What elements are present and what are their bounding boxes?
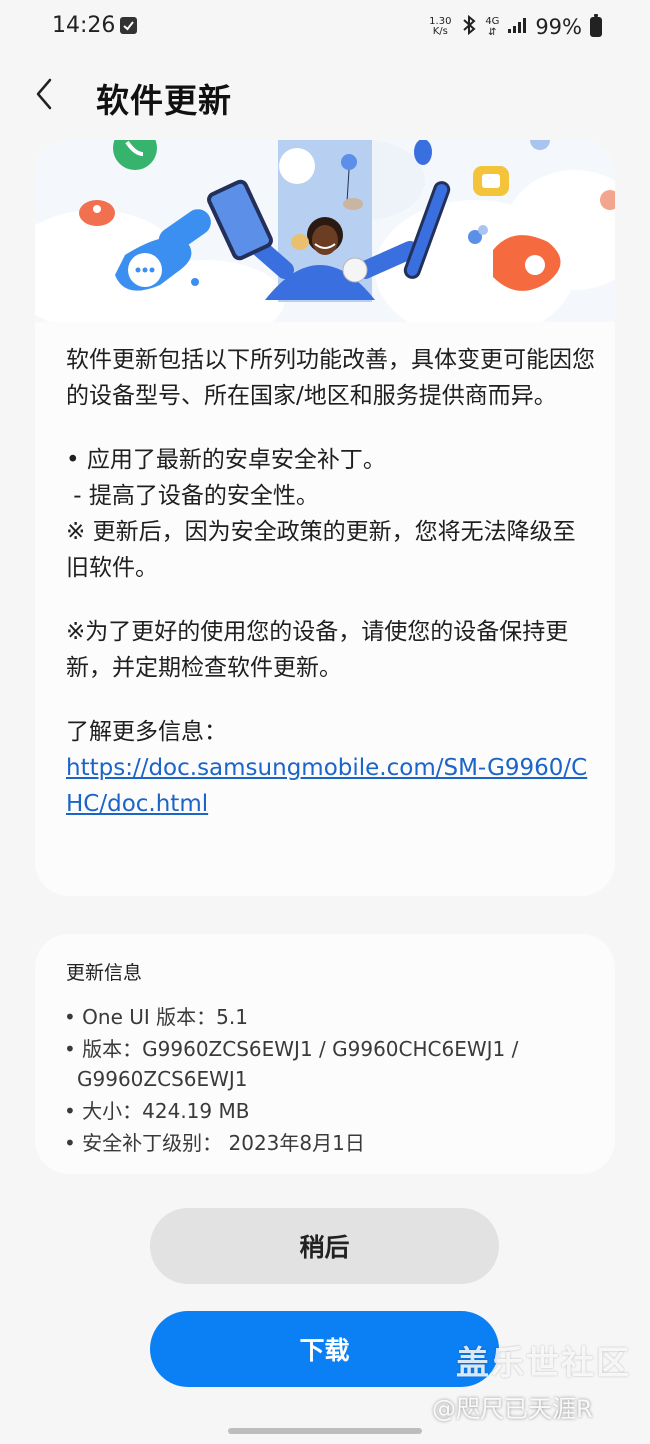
update-info-title: 更新信息	[66, 962, 143, 984]
download-button[interactable]: 下载	[150, 1311, 499, 1387]
battery-icon	[590, 14, 602, 37]
notes-intro: 软件更新包括以下所列功能改善，具体变更可能因您的设备型号、所在国家/地区和服务提…	[66, 347, 595, 409]
status-time: 14:26	[52, 13, 116, 38]
one-ui-version: • One UI 版本：5.1	[64, 1005, 248, 1029]
notes-bullet: • 应用了最新的安卓安全补丁。	[66, 447, 386, 473]
release-notes-text: 软件更新包括以下所列功能改善，具体变更可能因您的设备型号、所在国家/地区和服务提…	[66, 342, 596, 822]
network-type-icon: 4G ⇵	[485, 16, 500, 38]
release-notes-card: 软件更新包括以下所列功能改善，具体变更可能因您的设备型号、所在国家/地区和服务提…	[35, 140, 615, 896]
download-size: • 大小：424.19 MB	[64, 1099, 250, 1123]
status-bar: 14:26 1.30 K/s 4G ⇵ 99%	[0, 0, 650, 56]
notes-sub-bullet: - 提高了设备的安全性。	[66, 483, 319, 509]
watermark-author: @咫尺已天涯R	[432, 1395, 593, 1423]
checkbox-notification-icon	[120, 17, 137, 34]
update-info-list: • One UI 版本：5.1 • 版本：G9960ZCS6EWJ1 / G99…	[64, 1002, 594, 1160]
build-version: • 版本：G9960ZCS6EWJ1 / G9960CHC6EWJ1 / G99…	[64, 1037, 519, 1091]
app-header: 软件更新	[0, 60, 650, 132]
update-illustration	[35, 140, 615, 340]
update-info-card: 更新信息 • One UI 版本：5.1 • 版本：G9960ZCS6EWJ1 …	[35, 934, 615, 1174]
watermark: 盖乐世社区	[456, 1343, 631, 1382]
back-button[interactable]	[26, 74, 66, 114]
network-speed: 1.30 K/s	[429, 16, 452, 37]
illustration-banner	[35, 140, 615, 340]
page-title: 软件更新	[96, 81, 232, 120]
notes-notice: ※ 更新后，因为安全政策的更新，您将无法降级至旧软件。	[66, 519, 576, 581]
more-info-link[interactable]: https://doc.samsungmobile.com/SM-G9960/C…	[66, 755, 587, 817]
chevron-left-icon	[36, 78, 52, 110]
bluetooth-icon	[461, 14, 477, 40]
later-button[interactable]: 稍后	[150, 1208, 499, 1284]
security-patch-level: • 安全补丁级别： 2023年8月1日	[64, 1131, 365, 1155]
home-indicator[interactable]	[228, 1428, 422, 1434]
notes-notice: ※为了更好的使用您的设备，请使您的设备保持更新，并定期检查软件更新。	[66, 619, 569, 681]
status-icons: 1.30 K/s 4G ⇵ 99%	[427, 12, 602, 42]
battery-percent: 99%	[535, 15, 582, 39]
more-info-label: 了解更多信息：	[66, 719, 227, 745]
signal-icon	[507, 16, 527, 38]
